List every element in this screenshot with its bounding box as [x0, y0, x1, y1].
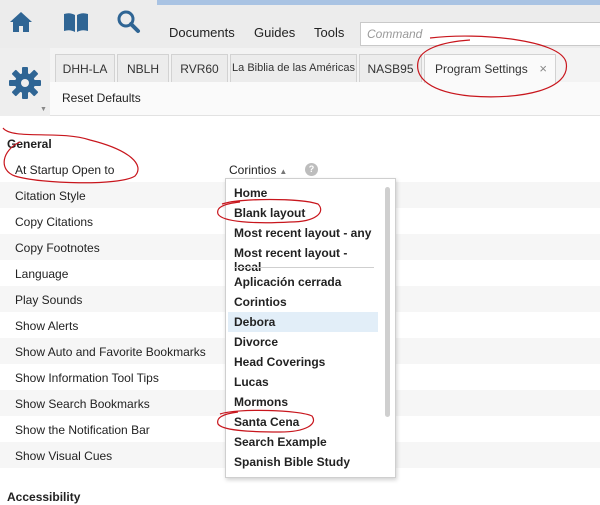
dropdown-option-highlighted[interactable]: Debora — [228, 312, 378, 332]
help-icon[interactable]: ? — [305, 163, 318, 176]
dropdown-option[interactable]: Spanish Bible Study — [228, 452, 378, 472]
dropdown-option[interactable]: Most recent layout - any — [228, 223, 378, 243]
tab-nasb95[interactable]: NASB95 — [359, 54, 422, 82]
dropdown-option[interactable]: Search Example — [228, 432, 378, 452]
tab-dhh-la[interactable]: DHH-LA — [55, 54, 115, 82]
setting-label: Show Information Tool Tips — [15, 371, 159, 385]
dropdown-option[interactable]: Lucas — [228, 372, 378, 392]
setting-label: Show Search Bookmarks — [15, 397, 150, 411]
startup-value-text: Corintios — [229, 163, 277, 177]
chevron-down-icon: ▼ — [40, 106, 47, 113]
home-icon[interactable] — [6, 8, 38, 38]
search-icon[interactable] — [114, 8, 146, 38]
setting-label: Show the Notification Bar — [15, 423, 150, 437]
setting-label: Copy Footnotes — [15, 241, 100, 255]
tab-label: DHH-LA — [62, 62, 108, 76]
section-heading-general: General — [7, 137, 52, 151]
dropdown-option[interactable]: Santa Cena — [228, 412, 378, 432]
command-input[interactable]: Command — [360, 22, 600, 46]
tab-la-biblia-de-las-americas[interactable]: La Biblia de las Américas — [230, 54, 357, 82]
tab-program-settings[interactable]: Program Settings × — [424, 54, 556, 83]
gear-icon — [9, 67, 41, 99]
startup-dropdown-list[interactable]: Home Blank layout Most recent layout - a… — [225, 178, 396, 478]
toolbar-accent-strip — [157, 0, 600, 5]
dropdown-scrollbar[interactable] — [385, 187, 390, 417]
dropdown-option[interactable]: Blank layout — [228, 203, 378, 223]
tab-rvr60[interactable]: RVR60 — [171, 54, 228, 82]
setting-label: Show Alerts — [15, 319, 79, 333]
setting-label: Language — [15, 267, 69, 281]
tab-label: NASB95 — [367, 62, 414, 76]
settings-panel-menu[interactable]: ▼ — [0, 48, 50, 116]
setting-label: Show Visual Cues — [15, 449, 113, 463]
setting-label: Copy Citations — [15, 215, 94, 229]
dropdown-option[interactable]: Corintios — [228, 292, 378, 312]
dropdown-option[interactable]: Aplicación cerrada — [228, 272, 378, 292]
tab-label: Program Settings — [435, 62, 528, 76]
dropdown-separator — [234, 267, 374, 268]
nav-tools[interactable]: Tools — [314, 25, 344, 40]
dropdown-option[interactable]: Divorce — [228, 332, 378, 352]
dropdown-option[interactable]: Mormons — [228, 392, 378, 412]
dropdown-option[interactable]: Head Coverings — [228, 352, 378, 372]
tab-label: La Biblia de las Américas — [232, 62, 355, 74]
nav-documents[interactable]: Documents — [169, 25, 235, 40]
setting-label: Citation Style — [15, 189, 86, 203]
chevron-up-icon: ▲ — [279, 167, 288, 176]
tab-nblh[interactable]: NBLH — [117, 54, 169, 82]
tab-label: NBLH — [126, 62, 159, 76]
reset-defaults-button[interactable]: Reset Defaults — [62, 91, 141, 105]
section-heading-accessibility: Accessibility — [7, 490, 81, 504]
dropdown-option[interactable]: Home — [228, 183, 378, 203]
close-icon[interactable]: × — [539, 61, 547, 76]
tab-label: RVR60 — [180, 62, 219, 76]
setting-label: Play Sounds — [15, 293, 83, 307]
setting-label: At Startup Open to — [15, 163, 115, 177]
library-icon[interactable] — [60, 8, 92, 38]
nav-guides[interactable]: Guides — [254, 25, 295, 40]
startup-dropdown-value[interactable]: Corintios ▲ — [229, 163, 287, 177]
dropdown-option[interactable]: Most recent layout - local — [228, 243, 378, 274]
setting-label: Show Auto and Favorite Bookmarks — [15, 345, 206, 359]
